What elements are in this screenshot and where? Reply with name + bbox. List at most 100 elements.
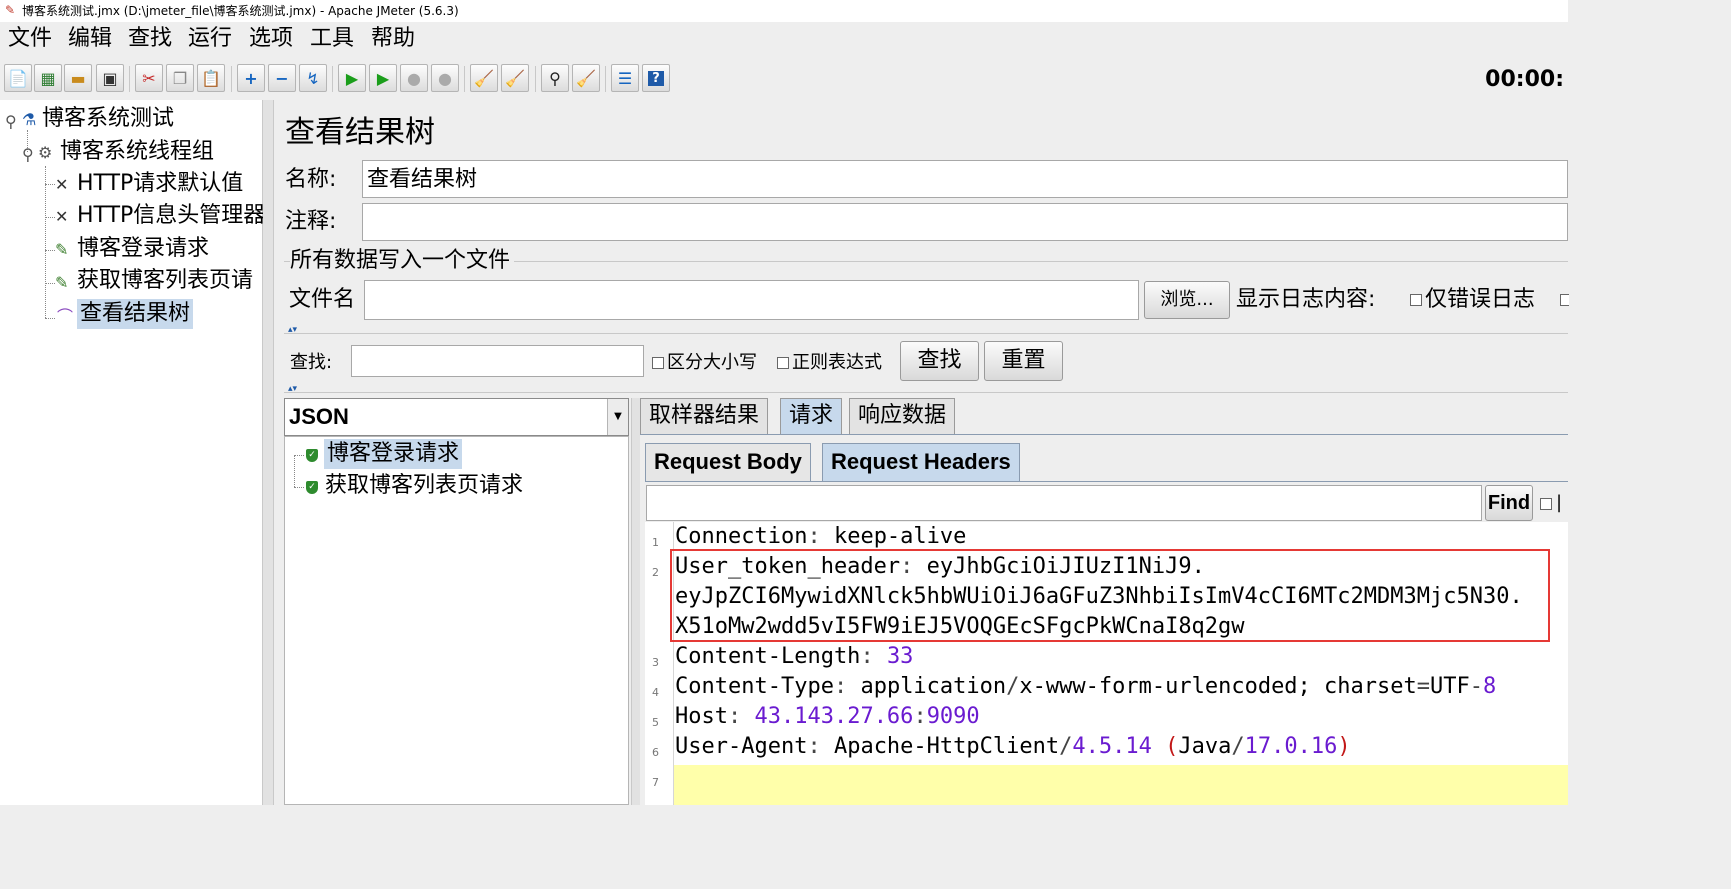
tab-sampler-result[interactable]: 取样器结果: [640, 398, 769, 434]
tree-expand-handle-icon[interactable]: ⚲: [5, 112, 17, 132]
toolbar-separator: [231, 66, 232, 92]
menu-edit[interactable]: 编辑: [68, 24, 112, 54]
clear-all-icon[interactable]: 🧹: [501, 64, 529, 92]
reset-search-icon[interactable]: 🧹: [572, 64, 600, 92]
test-plan-tree: ⚲ ⚗ 博客系统测试 ⚲ ⚙ 博客系统线程组 ✕ HTTP请求默认值 ✕ HTT…: [0, 100, 265, 805]
cut-icon[interactable]: ✂: [135, 64, 163, 92]
comment-label: 注释:: [285, 209, 337, 234]
search-icon[interactable]: ⚲: [541, 64, 569, 92]
tree-splitter[interactable]: [263, 100, 274, 805]
line-number: 7: [652, 776, 659, 789]
window-title: 博客系统测试.jmx (D:\jmeter_file\博客系统测试.jmx) -…: [22, 4, 459, 18]
subtab-request-headers[interactable]: Request Headers: [822, 443, 1020, 481]
menu-help[interactable]: 帮助: [371, 24, 415, 54]
stop-icon[interactable]: ●: [400, 64, 428, 92]
find-case-checkbox[interactable]: [1540, 498, 1552, 510]
case-check-icon[interactable]: [652, 357, 664, 369]
reset-button[interactable]: 重置: [984, 341, 1063, 381]
result-item-list[interactable]: 获取博客列表页请求: [325, 471, 523, 501]
regex-checkbox[interactable]: 正则表达式: [777, 348, 882, 378]
search-label: 查找:: [290, 352, 333, 373]
case-sensitive-checkbox[interactable]: 区分大小写: [652, 348, 757, 378]
toolbar-separator: [332, 66, 333, 92]
find-in-text-field[interactable]: [646, 485, 1482, 521]
toolbar-separator: [535, 66, 536, 92]
errors-only-checkbox[interactable]: 仅错误日志: [1410, 285, 1535, 315]
tree-expand-handle-icon[interactable]: ⚲: [22, 145, 34, 165]
successes-only-checkbox[interactable]: [1560, 294, 1569, 306]
tree-item-header-manager[interactable]: HTTP信息头管理器: [77, 201, 265, 231]
file-section-title: 所有数据写入一个文件: [290, 246, 515, 276]
chevron-down-icon[interactable]: ▼: [607, 399, 628, 435]
sample-result-list: ✓ 博客登录请求 ✓ 获取博客列表页请求: [284, 436, 629, 805]
menu-bar: 文件 编辑 查找 运行 选项 工具 帮助: [0, 22, 1568, 56]
sampler-icon: ✎: [55, 240, 69, 259]
current-line-highlight: [674, 765, 1568, 805]
config-icon: ✕: [55, 207, 69, 226]
gear-icon: ⚙: [38, 143, 53, 162]
renderer-value: JSON: [289, 404, 349, 429]
browse-button[interactable]: 浏览...: [1144, 281, 1230, 319]
menu-search[interactable]: 查找: [128, 24, 172, 54]
find-text-button[interactable]: Find: [1485, 485, 1533, 521]
token-highlight-box: [670, 549, 1550, 642]
toggle-icon[interactable]: ↯: [299, 64, 327, 92]
help-icon[interactable]: ?: [642, 64, 670, 92]
tree-item-thread-group[interactable]: 博客系统线程组: [60, 137, 214, 167]
regex-label: 正则表达式: [792, 352, 882, 373]
header-line-connection: Connection: keep-alive: [675, 524, 967, 549]
subtab-request-body[interactable]: Request Body: [645, 443, 811, 481]
templates-icon[interactable]: ▦: [34, 64, 62, 92]
line-number: 4: [652, 686, 659, 699]
paste-icon[interactable]: 📋: [197, 64, 225, 92]
search-field[interactable]: [351, 345, 644, 377]
tree-item-http-defaults[interactable]: HTTP请求默认值: [77, 169, 243, 199]
line-number: 1: [652, 536, 659, 549]
tree-item-list-request[interactable]: 获取博客列表页请: [77, 266, 253, 296]
jmeter-feather-icon: ✎: [5, 3, 16, 17]
name-label: 名称:: [285, 167, 337, 192]
window-title-bar: ✎ 博客系统测试.jmx (D:\jmeter_file\博客系统测试.jmx)…: [0, 0, 1568, 22]
errors-only-check-icon[interactable]: [1410, 294, 1422, 306]
name-field[interactable]: 查看结果树: [362, 160, 1568, 198]
renderer-select[interactable]: JSON ▼: [284, 398, 629, 436]
file-name-field[interactable]: [364, 280, 1139, 320]
open-icon[interactable]: ▬: [64, 64, 92, 92]
tab-response-data[interactable]: 响应数据: [849, 398, 956, 434]
regex-check-icon[interactable]: [777, 357, 789, 369]
header-line-content-type: Content-Type: application/x-www-form-url…: [675, 674, 1497, 699]
find-option-glyph: |: [1556, 492, 1563, 513]
menu-tools[interactable]: 工具: [310, 24, 354, 54]
save-icon[interactable]: ▣: [96, 64, 124, 92]
toolbar-separator: [464, 66, 465, 92]
listener-icon: ⌒: [57, 307, 74, 326]
subtab-border: [645, 481, 1568, 482]
result-item-login[interactable]: 博客登录请求: [324, 439, 463, 469]
tab-request[interactable]: 请求: [780, 398, 843, 434]
collapse-icon[interactable]: −: [268, 64, 296, 92]
tree-item-login-request[interactable]: 博客登录请求: [77, 234, 209, 264]
function-helper-icon[interactable]: ☰: [611, 64, 639, 92]
line-number: 3: [652, 656, 659, 669]
toolbar-separator: [129, 66, 130, 92]
tree-item-view-results-tree[interactable]: 查看结果树: [77, 299, 194, 329]
toolbar-separator: [605, 66, 606, 92]
log-content-label: 显示日志内容:: [1236, 287, 1376, 312]
results-splitter[interactable]: [631, 398, 640, 805]
menu-file[interactable]: 文件: [8, 24, 52, 54]
new-icon[interactable]: 📄: [4, 64, 32, 92]
start-icon[interactable]: ▶: [338, 64, 366, 92]
find-button[interactable]: 查找: [900, 341, 979, 381]
clear-icon[interactable]: 🧹: [470, 64, 498, 92]
expand-icon[interactable]: +: [237, 64, 265, 92]
comment-field[interactable]: [362, 203, 1568, 241]
header-line-content-length: Content-Length: 33: [675, 644, 914, 669]
menu-run[interactable]: 运行: [188, 24, 232, 54]
start-no-pause-icon[interactable]: ▶: [369, 64, 397, 92]
divider: [284, 392, 1568, 393]
tree-item-test-plan[interactable]: 博客系统测试: [42, 104, 174, 134]
shutdown-icon[interactable]: ●: [431, 64, 459, 92]
success-shield-icon: ✓: [306, 449, 318, 462]
copy-icon[interactable]: ❐: [166, 64, 194, 92]
menu-options[interactable]: 选项: [249, 24, 293, 54]
